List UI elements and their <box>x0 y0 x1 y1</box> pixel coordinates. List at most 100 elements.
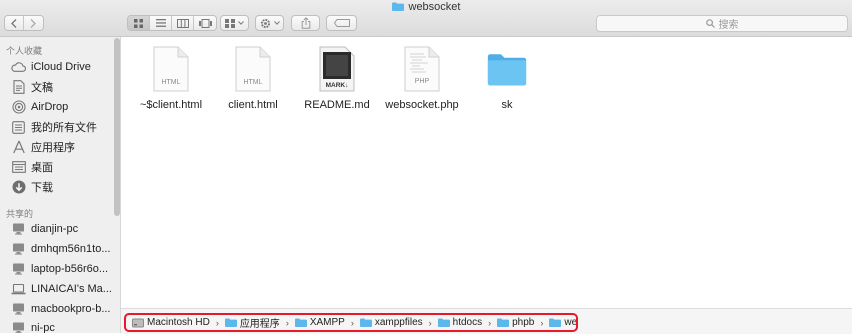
php-file-icon: PHP <box>402 45 442 93</box>
html-file-icon: HTML <box>233 45 273 93</box>
group-by-button[interactable] <box>220 15 249 31</box>
sidebar-item-icloud-drive[interactable]: iCloud Drive <box>11 57 91 77</box>
breadcrumb-item[interactable]: Macintosh HD <box>132 317 210 328</box>
path-bar: Macintosh HD › 应用程序 › XAMPP › xamppfiles… <box>121 308 852 334</box>
sidebar-item-label: iCloud Drive <box>31 61 91 73</box>
sidebar-item-applications[interactable]: 应用程序 <box>11 137 75 157</box>
download-icon <box>11 180 26 195</box>
sidebar-item-airdrop[interactable]: AirDrop <box>11 97 68 117</box>
sidebar-item-label: LINAICAI's Ma... <box>31 283 112 295</box>
gallery-view-button[interactable] <box>194 16 216 30</box>
window-title: websocket <box>0 1 852 13</box>
action-button[interactable] <box>255 15 284 31</box>
list-icon <box>156 19 166 27</box>
chevron-down-icon <box>274 21 280 25</box>
share-icon <box>301 17 311 29</box>
icon-view-button[interactable] <box>128 16 150 30</box>
cloud-icon <box>11 60 26 75</box>
search-field[interactable]: 搜索 <box>596 15 848 32</box>
sidebar-item-label: 我的所有文件 <box>31 119 97 135</box>
file-item[interactable]: PHP websocket.php <box>377 45 467 111</box>
monitor-icon <box>11 302 26 317</box>
sidebar-item-shared[interactable]: laptop-b56r6o... <box>11 259 108 279</box>
sidebar-item-label: ni-pc <box>31 322 55 333</box>
sidebar-item-shared[interactable]: macbookpro-b... <box>11 299 110 319</box>
tag-icon <box>334 19 350 27</box>
sidebar-scrollbar[interactable] <box>114 38 120 216</box>
folder-icon <box>487 45 527 93</box>
back-button[interactable] <box>5 16 24 30</box>
chevron-right-icon: › <box>429 318 432 328</box>
sidebar-item-all-files[interactable]: 我的所有文件 <box>11 117 97 137</box>
document-icon <box>11 80 26 95</box>
sidebar-item-label: 应用程序 <box>31 139 75 155</box>
chevron-down-icon <box>238 21 244 25</box>
breadcrumb-item[interactable]: 应用程序 <box>225 315 280 330</box>
markdown-file-icon: MARK↓ <box>317 45 357 93</box>
sidebar-item-shared[interactable]: ni-pc <box>11 318 55 333</box>
svg-text:MARK↓: MARK↓ <box>326 82 349 89</box>
sidebar-item-downloads[interactable]: 下载 <box>11 177 53 197</box>
sidebar-item-label: laptop-b56r6o... <box>31 263 108 275</box>
sidebar-item-shared[interactable]: dianjin-pc <box>11 219 78 239</box>
folder-icon <box>360 318 372 327</box>
folder-icon <box>225 318 237 327</box>
chevron-right-icon: › <box>540 318 543 328</box>
folder-item[interactable]: sk <box>462 45 552 111</box>
file-item[interactable]: HTML ~$client.html <box>126 45 216 111</box>
back-forward-group <box>4 15 44 31</box>
chevron-right-icon: › <box>216 318 219 328</box>
sidebar-item-desktop[interactable]: 桌面 <box>11 157 53 177</box>
file-item[interactable]: HTML client.html <box>208 45 298 111</box>
sidebar-item-shared[interactable]: dmhqm56n1to... <box>11 239 111 259</box>
list-view-button[interactable] <box>150 16 172 30</box>
favorites-header: 个人收藏 <box>6 44 42 57</box>
group-grid-icon <box>225 19 235 28</box>
toolbar: websocket <box>0 0 852 37</box>
view-mode-group <box>127 15 217 31</box>
airdrop-icon <box>11 100 26 115</box>
sidebar-item-label: 文稿 <box>31 79 53 95</box>
file-area: HTML ~$client.html HTML client.html MARK… <box>121 37 852 308</box>
svg-text:PHP: PHP <box>415 78 430 85</box>
breadcrumb-item[interactable]: XAMPP <box>295 317 345 328</box>
breadcrumb-item[interactable]: htdocs <box>438 317 482 328</box>
breadcrumb-item[interactable]: xamppfiles <box>360 317 423 328</box>
sidebar-item-shared[interactable]: LINAICAI's Ma... <box>11 279 112 299</box>
folder-icon <box>392 2 404 14</box>
chevron-right-icon <box>30 19 36 28</box>
gallery-icon <box>199 19 212 28</box>
sidebar: 个人收藏 iCloud Drive 文稿 AirDrop 我的所有文件 应用程序… <box>0 37 121 333</box>
sidebar-item-label: 桌面 <box>31 159 53 175</box>
breadcrumb-item[interactable]: websocket <box>549 317 578 328</box>
share-button[interactable] <box>291 15 320 31</box>
monitor-icon <box>11 222 26 237</box>
all-files-icon <box>11 120 26 135</box>
folder-icon <box>549 318 561 327</box>
file-name: client.html <box>208 99 298 111</box>
grid-icon <box>134 19 143 28</box>
monitor-icon <box>11 242 26 257</box>
sidebar-item-documents[interactable]: 文稿 <box>11 77 53 97</box>
laptop-icon <box>11 282 26 297</box>
chevron-right-icon: › <box>351 318 354 328</box>
file-name: sk <box>462 99 552 111</box>
file-name: websocket.php <box>377 99 467 111</box>
edit-tags-button[interactable] <box>326 15 357 31</box>
column-view-button[interactable] <box>172 16 194 30</box>
folder-icon <box>438 318 450 327</box>
forward-button[interactable] <box>24 16 43 30</box>
hard-drive-icon <box>132 318 144 328</box>
sidebar-item-label: dmhqm56n1to... <box>31 243 111 255</box>
sidebar-item-label: macbookpro-b... <box>31 303 110 315</box>
sidebar-item-label: 下载 <box>31 179 53 195</box>
svg-text:HTML: HTML <box>243 79 262 86</box>
desktop-icon <box>11 160 26 175</box>
columns-icon <box>177 19 189 28</box>
file-name: README.md <box>292 99 382 111</box>
file-name: ~$client.html <box>126 99 216 111</box>
folder-icon <box>295 318 307 327</box>
file-item[interactable]: MARK↓ README.md <box>292 45 382 111</box>
breadcrumb-item[interactable]: phpb <box>497 317 534 328</box>
gear-icon <box>260 18 271 29</box>
